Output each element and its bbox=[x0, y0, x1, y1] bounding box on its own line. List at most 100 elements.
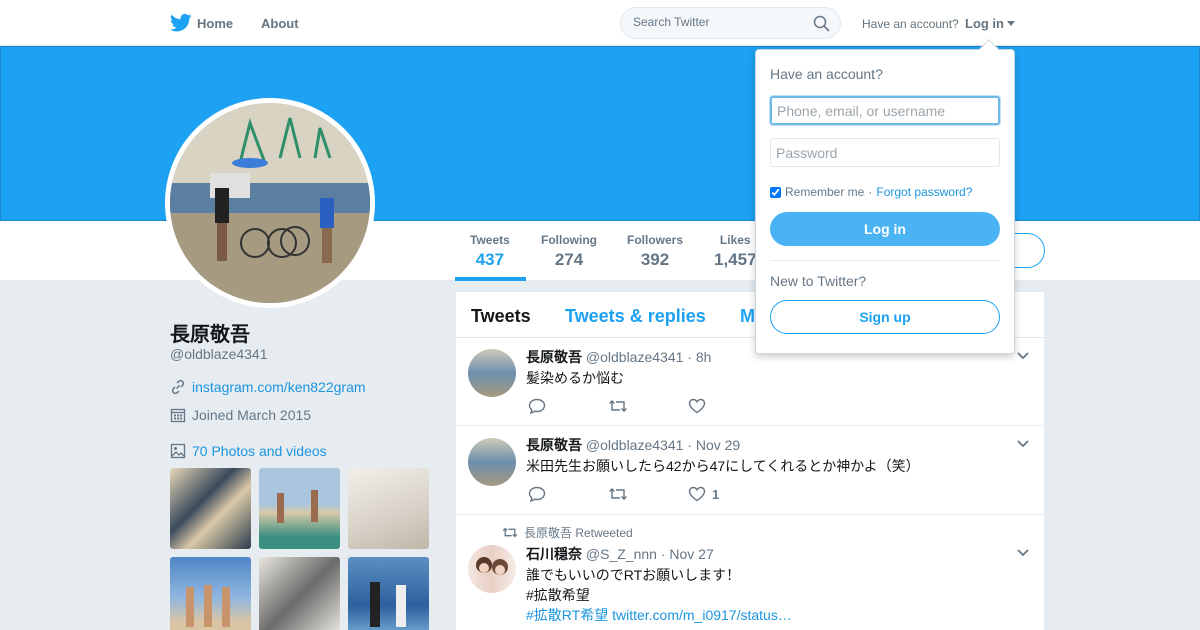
reply-icon bbox=[528, 398, 546, 414]
stat-followers[interactable]: Followers 392 bbox=[627, 233, 683, 270]
heart-icon bbox=[688, 486, 706, 502]
login-toggle-label: Log in bbox=[965, 16, 1004, 31]
tweet-author-name[interactable]: 長原敬吾 bbox=[526, 349, 582, 365]
tweet-avatar[interactable] bbox=[468, 545, 516, 593]
tweet-hashtag[interactable]: #拡散RT希望 bbox=[526, 607, 608, 623]
forgot-password-link[interactable]: Forgot password? bbox=[876, 185, 972, 199]
tweet-timestamp[interactable]: · Nov 27 bbox=[661, 546, 714, 562]
like-button[interactable]: 1 bbox=[688, 486, 768, 502]
search-box[interactable] bbox=[620, 7, 841, 39]
calendar-icon bbox=[170, 407, 186, 423]
stat-value: 274 bbox=[554, 250, 584, 269]
tweet-author-name[interactable]: 石川穏奈 bbox=[526, 546, 582, 562]
login-dropdown: Have an account? Remember me · Forgot pa… bbox=[755, 39, 1015, 354]
caret-down-icon bbox=[1007, 21, 1015, 26]
tweet-text: 米田先生お願いしたら42から47にしてくれるとか神かよ（笑） bbox=[526, 458, 920, 474]
profile-joined-row: Joined March 2015 bbox=[170, 407, 311, 423]
tweet-text: 誰でもいいのでRTお願いします！ bbox=[526, 567, 741, 583]
tweet-avatar[interactable] bbox=[468, 438, 516, 486]
stat-label: Tweets bbox=[470, 233, 510, 247]
tab-media[interactable]: M bbox=[740, 306, 755, 327]
signup-button[interactable]: Sign up bbox=[770, 300, 1000, 334]
tweet-actions: 1 bbox=[528, 486, 768, 502]
active-stat-indicator bbox=[455, 277, 526, 281]
avatar-photo bbox=[170, 103, 370, 303]
like-count: 1 bbox=[712, 486, 720, 502]
login-dropdown-title: Have an account? bbox=[770, 66, 883, 82]
retweet-button[interactable] bbox=[608, 398, 688, 414]
login-button[interactable]: Log in bbox=[770, 212, 1000, 246]
search-input[interactable] bbox=[633, 15, 813, 29]
dropdown-divider bbox=[770, 260, 1000, 261]
retweet-icon bbox=[609, 488, 627, 500]
tweet-author-handle[interactable]: @oldblaze4341 bbox=[586, 349, 684, 365]
tweet-text: 髪染めるか悩む bbox=[526, 370, 624, 386]
search-icon[interactable] bbox=[813, 15, 830, 37]
retweet-icon bbox=[502, 527, 518, 538]
username-field[interactable] bbox=[770, 96, 1000, 125]
photos-videos-row[interactable]: 70 Photos and videos bbox=[170, 443, 327, 459]
heart-icon bbox=[688, 398, 706, 414]
profile-joined-date: Joined March 2015 bbox=[192, 407, 312, 423]
tweet-author-handle[interactable]: @S_Z_nnn bbox=[586, 546, 657, 562]
remember-me-checkbox[interactable] bbox=[770, 186, 781, 198]
tweet-header: 長原敬吾 @oldblaze4341 · Nov 29 bbox=[526, 435, 740, 455]
image-icon bbox=[170, 443, 186, 459]
reply-button[interactable] bbox=[528, 486, 608, 502]
reply-icon bbox=[528, 486, 546, 502]
profile-avatar[interactable] bbox=[165, 98, 375, 308]
chevron-down-icon[interactable] bbox=[1016, 436, 1030, 454]
tweet-timestamp[interactable]: · 8h bbox=[687, 349, 711, 365]
tweet-author-handle[interactable]: @oldblaze4341 bbox=[586, 437, 684, 453]
tweet-author-name[interactable]: 長原敬吾 bbox=[526, 437, 582, 453]
stat-tweets[interactable]: Tweets 437 bbox=[470, 233, 510, 270]
profile-handle[interactable]: @oldblaze4341 bbox=[170, 346, 268, 362]
photo-thumbnail[interactable] bbox=[348, 468, 429, 549]
chevron-down-icon[interactable] bbox=[1016, 348, 1030, 366]
profile-website-row: instagram.com/ken822gram bbox=[170, 379, 366, 395]
have-account-text: Have an account? bbox=[862, 17, 959, 31]
link-icon bbox=[170, 379, 186, 395]
photo-thumbnail[interactable] bbox=[348, 557, 429, 630]
tab-tweets[interactable]: Tweets bbox=[471, 306, 531, 327]
stat-label: Followers bbox=[627, 233, 684, 247]
photo-thumbnail[interactable] bbox=[259, 557, 340, 630]
chevron-down-icon[interactable] bbox=[1016, 545, 1030, 563]
retweet-button[interactable] bbox=[608, 486, 688, 502]
stat-following[interactable]: Following 274 bbox=[541, 233, 597, 270]
stat-likes[interactable]: Likes 1,457 bbox=[714, 233, 757, 270]
tweet-avatar[interactable] bbox=[468, 349, 516, 397]
password-field[interactable] bbox=[770, 138, 1000, 167]
profile-name: 長原敬吾 bbox=[170, 324, 250, 346]
retweet-context: 長原敬吾 Retweeted bbox=[502, 524, 633, 541]
stat-label: Following bbox=[541, 233, 597, 247]
stat-label: Likes bbox=[719, 233, 751, 247]
tweet[interactable]: 長原敬吾 Retweeted 石川穏奈 @S_Z_nnn · Nov 27 誰で… bbox=[456, 515, 1044, 630]
remember-me-label[interactable]: Remember me bbox=[785, 185, 864, 199]
nav-home-link[interactable]: Home bbox=[197, 16, 233, 31]
twitter-bird-icon[interactable] bbox=[169, 13, 192, 38]
nav-about-link[interactable]: About bbox=[261, 16, 299, 31]
tweet-timestamp[interactable]: · Nov 29 bbox=[687, 437, 740, 453]
photos-videos-link[interactable]: 70 Photos and videos bbox=[192, 443, 327, 459]
remember-me-row: Remember me · Forgot password? bbox=[770, 185, 972, 199]
retweet-icon bbox=[609, 400, 627, 412]
new-to-twitter-text: New to Twitter? bbox=[770, 273, 867, 289]
tweet-url[interactable]: twitter.com/m_i0917/status… bbox=[612, 607, 792, 623]
profile-website-link[interactable]: instagram.com/ken822gram bbox=[192, 379, 366, 395]
tweet-header: 石川穏奈 @S_Z_nnn · Nov 27 bbox=[526, 544, 714, 564]
tab-tweets-replies[interactable]: Tweets & replies bbox=[565, 306, 706, 327]
login-dropdown-toggle[interactable]: Log in bbox=[965, 16, 1015, 31]
photo-thumbnail[interactable] bbox=[170, 557, 251, 630]
separator-dot: · bbox=[868, 185, 873, 199]
reply-button[interactable] bbox=[528, 398, 608, 414]
photo-thumbnail[interactable] bbox=[259, 468, 340, 549]
tweet[interactable]: 長原敬吾 @oldblaze4341 · Nov 29 米田先生お願いしたら42… bbox=[456, 426, 1044, 515]
retweet-context-text[interactable]: 長原敬吾 Retweeted bbox=[524, 524, 633, 541]
like-button[interactable] bbox=[688, 398, 768, 414]
tweet-hashtag[interactable]: #拡散希望 bbox=[526, 585, 590, 605]
tweet-hashtag-line: #拡散RT希望 twitter.com/m_i0917/status… bbox=[526, 605, 792, 625]
tweet-actions bbox=[528, 398, 768, 414]
tweet-header: 長原敬吾 @oldblaze4341 · 8h bbox=[526, 347, 711, 367]
photo-thumbnail[interactable] bbox=[170, 468, 251, 549]
